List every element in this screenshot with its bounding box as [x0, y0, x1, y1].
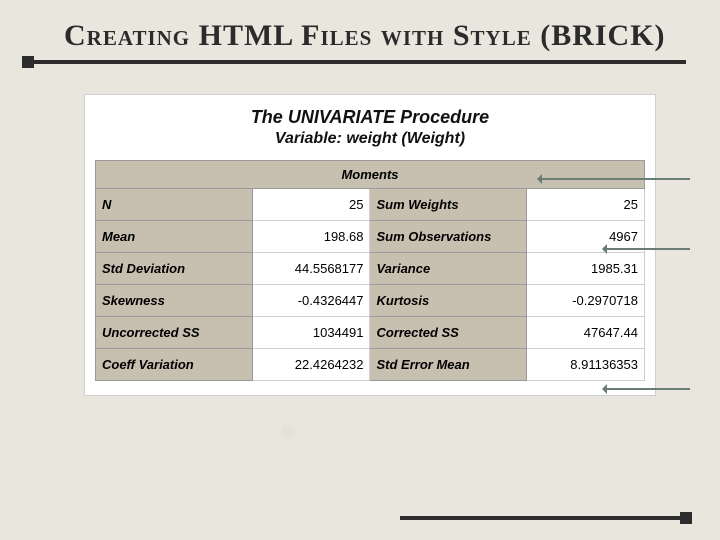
moments-table: Moments N25Sum Weights25Mean198.68Sum Ob…: [95, 160, 645, 381]
stat-label: Std Error Mean: [370, 349, 527, 381]
rule-cap: [22, 56, 34, 68]
stat-label: Corrected SS: [370, 317, 527, 349]
stat-label: Kurtosis: [370, 285, 527, 317]
stat-value: -0.2970718: [527, 285, 645, 317]
table-caption: Moments: [96, 161, 645, 189]
variable-line: Variable: weight (Weight): [95, 130, 645, 148]
table-row: Coeff Variation22.4264232Std Error Mean8…: [96, 349, 645, 381]
proc-title: The UNIVARIATE Procedure: [95, 107, 645, 128]
stat-label: Uncorrected SS: [96, 317, 253, 349]
rule-cap: [680, 512, 692, 524]
arrow-icon: [605, 388, 690, 390]
arrow-icon: [540, 178, 690, 180]
stat-value: 47647.44: [527, 317, 645, 349]
table-row: Std Deviation44.5568177Variance1985.31: [96, 253, 645, 285]
stat-label: Variance: [370, 253, 527, 285]
stat-value: 44.5568177: [252, 253, 370, 285]
stat-label: Skewness: [96, 285, 253, 317]
stat-value: 198.68: [252, 221, 370, 253]
stat-label: Sum Weights: [370, 189, 527, 221]
footer-rule: [400, 516, 690, 520]
title-rule: [24, 60, 686, 64]
output-panel: The UNIVARIATE Procedure Variable: weigh…: [84, 94, 656, 396]
stat-label: Coeff Variation: [96, 349, 253, 381]
stat-label: Std Deviation: [96, 253, 253, 285]
arrow-icon: [605, 248, 690, 250]
stat-value: -0.4326447: [252, 285, 370, 317]
stat-value: 25: [527, 189, 645, 221]
stat-value: 1985.31: [527, 253, 645, 285]
stat-value: 22.4264232: [252, 349, 370, 381]
stat-value: 1034491: [252, 317, 370, 349]
table-row: Mean198.68Sum Observations4967: [96, 221, 645, 253]
table-row: Skewness-0.4326447Kurtosis-0.2970718: [96, 285, 645, 317]
stat-value: 25: [252, 189, 370, 221]
stat-label: N: [96, 189, 253, 221]
slide-title: Creating HTML Files with Style (BRICK): [64, 18, 686, 54]
stat-value: 8.91136353: [527, 349, 645, 381]
stat-label: Sum Observations: [370, 221, 527, 253]
table-row: Uncorrected SS1034491Corrected SS47647.4…: [96, 317, 645, 349]
table-row: N25Sum Weights25: [96, 189, 645, 221]
stat-label: Mean: [96, 221, 253, 253]
